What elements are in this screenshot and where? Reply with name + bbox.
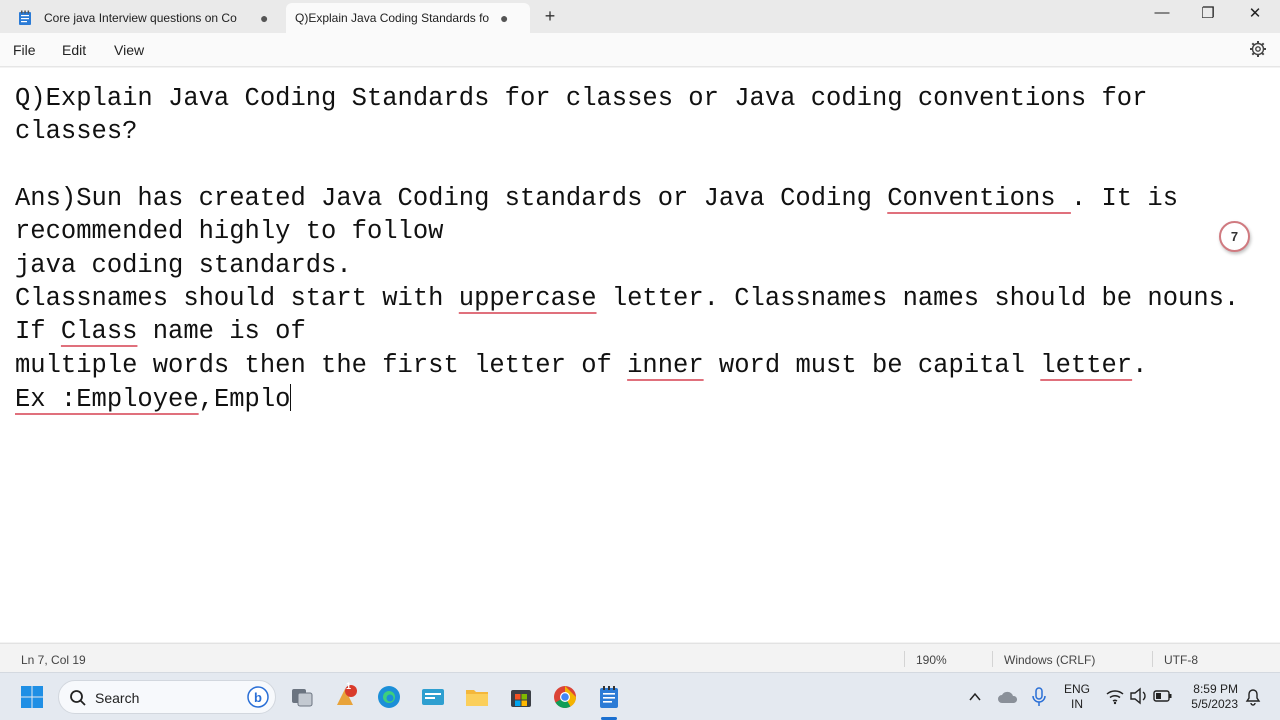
close-button[interactable]: ✕ bbox=[1240, 4, 1270, 22]
search-label: Search bbox=[95, 690, 140, 706]
clock-date: 5/5/2023 bbox=[1191, 697, 1238, 711]
grammar-badge[interactable]: 7 bbox=[1219, 221, 1250, 252]
menu-edit[interactable]: Edit bbox=[62, 42, 86, 58]
tab-core-java[interactable]: Core java Interview questions on Co ● bbox=[8, 3, 280, 33]
text-run: . It is bbox=[1070, 184, 1179, 213]
text-run: If bbox=[15, 317, 61, 346]
text-editor[interactable]: Q)Explain Java Coding Standards for clas… bbox=[0, 68, 1280, 642]
text-line-4: recommended highly to follow bbox=[15, 217, 444, 246]
misspelled-word[interactable]: Conventions bbox=[887, 184, 1071, 213]
language-code: ENG bbox=[1064, 682, 1091, 696]
clock-time: 8:59 PM bbox=[1193, 682, 1238, 696]
bing-icon: b bbox=[247, 686, 269, 713]
unsaved-dot-icon[interactable]: ● bbox=[260, 10, 268, 26]
taskbar: Search b 1 ENG IN 8:59 PM 5/5/2023 bbox=[0, 672, 1280, 720]
zoom-level[interactable]: 190% bbox=[916, 653, 947, 667]
menu-file[interactable]: File bbox=[13, 42, 36, 58]
new-tab-button[interactable]: + bbox=[540, 6, 560, 27]
text-line-6: Classnames should start with uppercase l… bbox=[15, 284, 1239, 314]
misspelled-word[interactable]: inner bbox=[627, 351, 704, 380]
text-line-8: multiple words then the first letter of … bbox=[15, 351, 1147, 381]
menu-view[interactable]: View bbox=[114, 42, 144, 58]
wifi-icon[interactable] bbox=[1105, 687, 1129, 711]
text-run: name is of bbox=[137, 317, 306, 346]
edge-browser-icon[interactable] bbox=[377, 685, 401, 709]
title-bar: Core java Interview questions on Co ● Q)… bbox=[0, 0, 1280, 33]
chrome-browser-icon[interactable] bbox=[553, 685, 577, 709]
tab-label: Q)Explain Java Coding Standards fo bbox=[295, 11, 490, 25]
store-app-icon[interactable] bbox=[421, 685, 445, 709]
minimize-button[interactable]: — bbox=[1147, 4, 1177, 21]
text-run: Ans)Sun has created Java Coding standard… bbox=[15, 184, 888, 213]
text-line-5: java coding standards. bbox=[15, 251, 352, 280]
notepad-icon bbox=[18, 10, 32, 26]
status-bar: Ln 7, Col 19 190% Windows (CRLF) UTF-8 bbox=[0, 643, 1280, 672]
text-run: . bbox=[1132, 351, 1148, 380]
text-run: ,Emplo bbox=[198, 385, 291, 414]
notification-badge: 1 bbox=[346, 681, 352, 691]
cursor-position: Ln 7, Col 19 bbox=[21, 653, 86, 667]
microphone-icon[interactable] bbox=[1031, 687, 1055, 711]
onedrive-cloud-icon[interactable] bbox=[997, 688, 1021, 712]
status-divider bbox=[904, 651, 905, 667]
tab-label: Core java Interview questions on Co bbox=[44, 11, 237, 25]
text-line-1: Q)Explain Java Coding Standards for clas… bbox=[15, 84, 1148, 113]
text-line-3: Ans)Sun has created Java Coding standard… bbox=[15, 184, 1178, 214]
text-run: multiple words then the first letter of bbox=[15, 351, 628, 380]
status-divider bbox=[992, 651, 993, 667]
settings-gear-icon[interactable] bbox=[1248, 39, 1268, 59]
volume-icon[interactable] bbox=[1129, 687, 1153, 711]
task-view-icon[interactable] bbox=[290, 685, 314, 709]
svg-text:b: b bbox=[254, 690, 262, 705]
menu-bar: File Edit View bbox=[0, 33, 1280, 67]
language-indicator[interactable]: ENG IN bbox=[1064, 682, 1090, 712]
status-divider bbox=[1152, 651, 1153, 667]
encoding[interactable]: UTF-8 bbox=[1164, 653, 1198, 667]
misspelled-word[interactable]: Ex :Employee bbox=[15, 385, 199, 414]
chevron-up-icon[interactable] bbox=[966, 688, 990, 712]
text-line-2: classes? bbox=[15, 117, 138, 146]
microsoft-store-icon[interactable] bbox=[509, 685, 533, 709]
battery-icon[interactable] bbox=[1153, 687, 1177, 711]
file-explorer-icon[interactable] bbox=[465, 685, 489, 709]
line-ending[interactable]: Windows (CRLF) bbox=[1004, 653, 1095, 667]
text-line-9: Ex :Employee,Emplo bbox=[15, 384, 292, 415]
region-code: IN bbox=[1071, 697, 1083, 711]
misspelled-word[interactable]: uppercase bbox=[459, 284, 597, 313]
maximize-button[interactable]: ❐ bbox=[1193, 4, 1223, 22]
taskbar-search[interactable]: Search b bbox=[58, 680, 276, 714]
unsaved-dot-icon[interactable]: ● bbox=[500, 10, 508, 26]
text-run: word must be capital bbox=[703, 351, 1041, 380]
text-run: Classnames should start with bbox=[15, 284, 459, 313]
tab-explain-java[interactable]: Q)Explain Java Coding Standards fo ● bbox=[286, 3, 530, 33]
windows-start-icon[interactable] bbox=[20, 685, 44, 709]
text-line-7: If Class name is of bbox=[15, 317, 306, 347]
notifications-bell-icon[interactable] bbox=[1244, 688, 1268, 712]
search-icon bbox=[69, 689, 87, 712]
misspelled-word[interactable]: Class bbox=[61, 317, 138, 346]
text-run: letter. Classnames names should be nouns… bbox=[596, 284, 1240, 313]
misspelled-word[interactable]: letter bbox=[1040, 351, 1132, 380]
system-clock[interactable]: 8:59 PM 5/5/2023 bbox=[1191, 682, 1238, 712]
text-caret bbox=[290, 384, 292, 411]
notepad-app-icon[interactable] bbox=[597, 685, 621, 709]
widgets-icon[interactable] bbox=[333, 685, 357, 709]
